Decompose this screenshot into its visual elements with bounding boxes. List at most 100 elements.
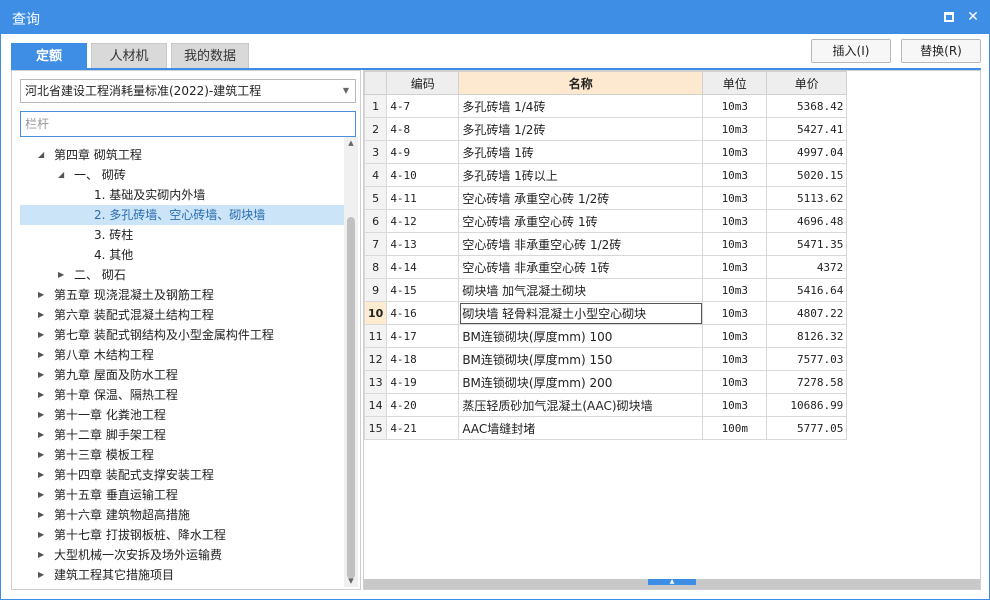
tree-item[interactable]: ▶ 第六章 装配式混凝土结构工程 xyxy=(20,305,344,325)
unit-cell[interactable]: 10m3 xyxy=(702,347,768,371)
unit-cell[interactable]: 10m3 xyxy=(702,140,768,164)
row-number-cell[interactable]: 6 xyxy=(363,209,388,233)
code-cell[interactable]: 4-10 xyxy=(386,163,460,187)
name-cell[interactable]: 空心砖墙 承重空心砖 1砖 xyxy=(458,209,704,233)
unit-header[interactable]: 单位 xyxy=(702,71,768,95)
tree-item[interactable]: ▶ 第十三章 模板工程 xyxy=(20,445,344,465)
tree-item[interactable]: ▶ 二、 砌石 xyxy=(20,265,344,285)
row-number-cell[interactable]: 7 xyxy=(363,232,388,256)
collapse-handle-icon[interactable]: ▲ xyxy=(648,579,696,585)
tree-item[interactable]: ▶ 第十五章 垂直运输工程 xyxy=(20,485,344,505)
price-cell[interactable]: 8126.32 xyxy=(766,324,848,348)
code-cell[interactable]: 4-20 xyxy=(386,393,460,417)
price-cell[interactable]: 7577.03 xyxy=(766,347,848,371)
search-input[interactable] xyxy=(20,111,356,137)
unit-cell[interactable]: 100m xyxy=(702,416,768,440)
unit-cell[interactable]: 10m3 xyxy=(702,278,768,302)
tree-item[interactable]: ◢ 第四章 砌筑工程 xyxy=(20,145,344,165)
code-cell[interactable]: 4-8 xyxy=(386,117,460,141)
tree-item[interactable]: ▶ 第九章 屋面及防水工程 xyxy=(20,365,344,385)
price-cell[interactable]: 4696.48 xyxy=(766,209,848,233)
triangle-right-icon[interactable]: ▶ xyxy=(38,405,48,425)
table-row[interactable]: 5 4-11 空心砖墙 承重空心砖 1/2砖 10m3 5113.62 xyxy=(363,186,848,210)
table-row[interactable]: 9 4-15 砌块墙 加气混凝土砌块 10m3 5416.64 xyxy=(363,278,848,302)
code-cell[interactable]: 4-17 xyxy=(386,324,460,348)
triangle-right-icon[interactable]: ▶ xyxy=(38,365,48,385)
price-cell[interactable]: 10686.99 xyxy=(766,393,848,417)
unit-cell[interactable]: 10m3 xyxy=(702,232,768,256)
tree-item[interactable]: ▶ 第八章 木结构工程 xyxy=(20,345,344,365)
price-cell[interactable]: 5416.64 xyxy=(766,278,848,302)
tree-item[interactable]: ▶ 第十四章 装配式支撑安装工程 xyxy=(20,465,344,485)
table-row[interactable]: 13 4-19 BM连锁砌块(厚度mm) 200 10m3 7278.58 xyxy=(363,370,848,394)
price-cell[interactable]: 4997.04 xyxy=(766,140,848,164)
table-row[interactable]: 11 4-17 BM连锁砌块(厚度mm) 100 10m3 8126.32 xyxy=(363,324,848,348)
tree-item[interactable]: 1. 基础及实砌内外墙 xyxy=(20,185,344,205)
tree-item[interactable]: ▶ 第五章 现浇混凝土及钢筋工程 xyxy=(20,285,344,305)
tree-item[interactable]: ▶ 第十七章 打拔钢板桩、降水工程 xyxy=(20,525,344,545)
name-cell[interactable]: 砌块墙 加气混凝土砌块 xyxy=(458,278,704,302)
triangle-right-icon[interactable]: ▶ xyxy=(58,265,68,285)
name-cell[interactable]: BM连锁砌块(厚度mm) 100 xyxy=(458,324,704,348)
price-cell[interactable]: 5020.15 xyxy=(766,163,848,187)
tree-item[interactable]: ▶ 第七章 装配式钢结构及小型金属构件工程 xyxy=(20,325,344,345)
row-number-cell[interactable]: 14 xyxy=(363,393,388,417)
code-cell[interactable]: 4-18 xyxy=(386,347,460,371)
tab-my-data[interactable]: 我的数据 xyxy=(171,43,249,69)
tree-item[interactable]: ▶ 第十六章 建筑物超高措施 xyxy=(20,505,344,525)
triangle-right-icon[interactable]: ▶ xyxy=(38,485,48,505)
triangle-down-icon[interactable]: ◢ xyxy=(38,145,48,165)
triangle-right-icon[interactable]: ▶ xyxy=(38,465,48,485)
table-row[interactable]: 10 4-16 砌块墙 轻骨料混凝土小型空心砌块 10m3 4807.22 xyxy=(363,301,848,325)
code-cell[interactable]: 4-19 xyxy=(386,370,460,394)
name-cell[interactable]: 空心砖墙 非承重空心砖 1砖 xyxy=(458,255,704,279)
code-cell[interactable]: 4-13 xyxy=(386,232,460,256)
name-cell[interactable]: 空心砖墙 非承重空心砖 1/2砖 xyxy=(458,232,704,256)
triangle-right-icon[interactable]: ▶ xyxy=(38,525,48,545)
name-cell[interactable]: 砌块墙 轻骨料混凝土小型空心砌块 xyxy=(458,301,704,325)
code-cell[interactable]: 4-15 xyxy=(386,278,460,302)
table-row[interactable]: 3 4-9 多孔砖墙 1砖 10m3 4997.04 xyxy=(363,140,848,164)
row-number-cell[interactable]: 11 xyxy=(363,324,388,348)
triangle-right-icon[interactable]: ▶ xyxy=(38,325,48,345)
triangle-right-icon[interactable]: ▶ xyxy=(38,505,48,525)
price-cell[interactable]: 5113.62 xyxy=(766,186,848,210)
name-cell[interactable]: 多孔砖墙 1/4砖 xyxy=(458,94,704,118)
unit-cell[interactable]: 10m3 xyxy=(702,255,768,279)
unit-cell[interactable]: 10m3 xyxy=(702,324,768,348)
replace-button[interactable]: 替换(R) xyxy=(901,39,981,63)
name-cell[interactable]: AAC墙缝封堵 xyxy=(458,416,704,440)
row-number-cell[interactable]: 1 xyxy=(363,94,388,118)
code-cell[interactable]: 4-16 xyxy=(386,301,460,325)
triangle-right-icon[interactable]: ▶ xyxy=(38,565,48,585)
table-row[interactable]: 4 4-10 多孔砖墙 1砖以上 10m3 5020.15 xyxy=(363,163,848,187)
code-cell[interactable]: 4-14 xyxy=(386,255,460,279)
table-row[interactable]: 14 4-20 蒸压轻质砂加气混凝土(AAC)砌块墙 10m3 10686.99 xyxy=(363,393,848,417)
row-number-cell[interactable]: 4 xyxy=(363,163,388,187)
name-cell[interactable]: 蒸压轻质砂加气混凝土(AAC)砌块墙 xyxy=(458,393,704,417)
row-number-cell[interactable]: 5 xyxy=(363,186,388,210)
triangle-right-icon[interactable]: ▶ xyxy=(38,545,48,565)
unit-cell[interactable]: 10m3 xyxy=(702,393,768,417)
row-number-cell[interactable]: 10 xyxy=(363,301,388,325)
price-header[interactable]: 单价 xyxy=(766,71,848,95)
unit-cell[interactable]: 10m3 xyxy=(702,163,768,187)
tree-item[interactable]: ▶ 大型机械一次安拆及场外运输费 xyxy=(20,545,344,565)
unit-cell[interactable]: 10m3 xyxy=(702,117,768,141)
row-number-cell[interactable]: 9 xyxy=(363,278,388,302)
triangle-right-icon[interactable]: ▶ xyxy=(38,425,48,445)
code-cell[interactable]: 4-21 xyxy=(386,416,460,440)
table-row[interactable]: 15 4-21 AAC墙缝封堵 100m 5777.05 xyxy=(363,416,848,440)
unit-cell[interactable]: 10m3 xyxy=(702,94,768,118)
close-icon[interactable]: ✕ xyxy=(964,8,982,26)
row-number-cell[interactable]: 15 xyxy=(363,416,388,440)
triangle-right-icon[interactable]: ▶ xyxy=(38,305,48,325)
table-row[interactable]: 8 4-14 空心砖墙 非承重空心砖 1砖 10m3 4372 xyxy=(363,255,848,279)
price-cell[interactable]: 7278.58 xyxy=(766,370,848,394)
insert-button[interactable]: 插入(I) xyxy=(811,39,891,63)
tree-item[interactable]: ▶ 第十二章 脚手架工程 xyxy=(20,425,344,445)
name-cell[interactable]: 多孔砖墙 1/2砖 xyxy=(458,117,704,141)
name-cell[interactable]: 多孔砖墙 1砖以上 xyxy=(458,163,704,187)
scroll-down-icon[interactable]: ▼ xyxy=(344,575,358,587)
restore-icon[interactable] xyxy=(940,8,958,26)
